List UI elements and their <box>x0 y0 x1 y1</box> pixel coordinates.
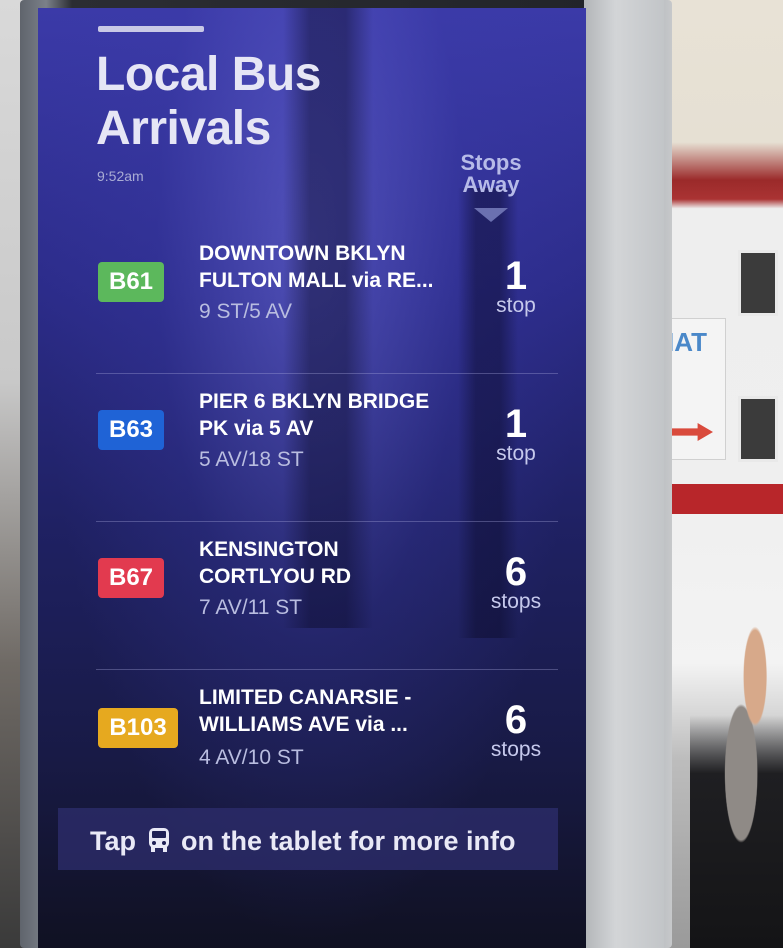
stops-away-unit: stops <box>490 738 542 761</box>
footer-text-after: on the tablet for more info <box>181 826 516 856</box>
stops-away-header-label: Stops Away <box>460 150 522 197</box>
destination-line: PK via 5 AV <box>199 417 314 440</box>
route-badge: B61 <box>98 262 164 302</box>
storefront-sign-text: IAT <box>667 327 707 357</box>
footer-text-before: Tap <box>90 826 136 856</box>
stops-away-count: 1 <box>504 254 528 298</box>
destination: KENSINGTON CORTLYOU RD <box>199 536 459 590</box>
destination-line: CORTLYOU RD <box>199 565 352 588</box>
building-window <box>738 396 778 462</box>
stops-away-count: 6 <box>504 550 528 594</box>
stop-name: 5 AV/18 ST <box>199 448 304 471</box>
destination-line: DOWNTOWN BKLYN <box>199 242 406 265</box>
pedestrians <box>690 560 783 948</box>
destination-line: PIER 6 BKLYN BRIDGE <box>199 390 430 413</box>
storefront-sign: IAT <box>664 318 726 460</box>
arrival-row[interactable]: B61 DOWNTOWN BKLYN FULTON MALL via RE...… <box>96 226 558 374</box>
stops-away-header: Stops Away <box>448 152 534 196</box>
destination: LIMITED CANARSIE - WILLIAMS AVE via ... <box>199 684 459 738</box>
route-badge: B103 <box>98 708 178 748</box>
clock: 9:52am <box>97 168 144 184</box>
arrival-row[interactable]: B103 LIMITED CANARSIE - WILLIAMS AVE via… <box>96 670 558 818</box>
destination-line: FULTON MALL via RE... <box>199 269 434 292</box>
store-awning <box>666 484 783 514</box>
title-rule <box>98 26 204 32</box>
page-title: Local Bus Arrivals <box>96 48 321 155</box>
destination-line: KENSINGTON <box>199 538 339 561</box>
building-window <box>738 250 778 316</box>
stop-name: 9 ST/5 AV <box>199 300 292 323</box>
destination: DOWNTOWN BKLYN FULTON MALL via RE... <box>199 240 459 294</box>
stop-name: 7 AV/11 ST <box>199 596 303 619</box>
destination-line: WILLIAMS AVE via ... <box>199 713 408 736</box>
stops-away-unit: stops <box>490 590 542 613</box>
destination: PIER 6 BKLYN BRIDGE PK via 5 AV <box>199 388 459 442</box>
route-badge: B63 <box>98 410 164 450</box>
stops-away-unit: stop <box>496 442 536 465</box>
stops-away-count: 1 <box>504 402 528 446</box>
stops-away-unit: stop <box>496 294 536 317</box>
footer-hint[interactable]: Tap on the tablet for more info <box>90 826 560 857</box>
kiosk-pole <box>584 0 664 948</box>
arrival-row[interactable]: B63 PIER 6 BKLYN BRIDGE PK via 5 AV 5 AV… <box>96 374 558 522</box>
arrow-right-icon <box>669 423 713 441</box>
route-badge: B67 <box>98 558 164 598</box>
stops-away-count: 6 <box>504 698 528 742</box>
arrivals-screen: Local Bus Arrivals 9:52am Stops Away B61… <box>38 8 586 948</box>
destination-line: LIMITED CANARSIE - <box>199 686 412 709</box>
arrival-row[interactable]: B67 KENSINGTON CORTLYOU RD 7 AV/11 ST 6 … <box>96 522 558 670</box>
bus-icon <box>148 827 170 853</box>
chevron-down-icon <box>474 208 508 222</box>
stop-name: 4 AV/10 ST <box>199 746 304 769</box>
